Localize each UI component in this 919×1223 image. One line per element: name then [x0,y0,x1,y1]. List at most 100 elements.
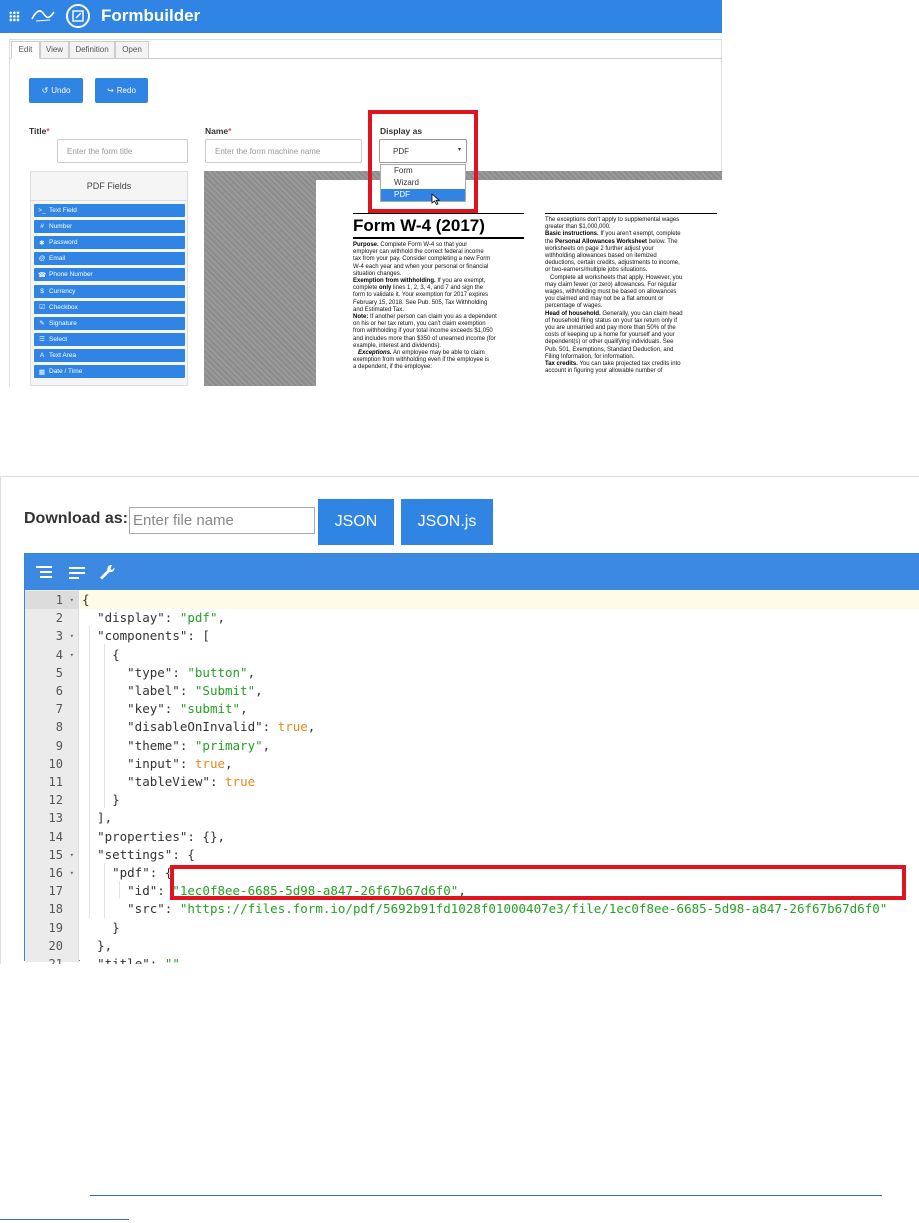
code-line[interactable]: "input": true, [80,755,919,773]
field-label: Signature [49,319,77,327]
logo-icon [31,10,55,22]
code-line[interactable]: ], [80,809,919,827]
line-number: 7 [55,702,63,717]
field-select[interactable]: ☰ Select [34,332,185,346]
file-name-input[interactable]: Enter file name [129,507,315,534]
code-line[interactable]: "display": "pdf", [80,609,919,627]
field-currency[interactable]: $ Currency [34,284,185,298]
field-text-area[interactable]: A Text Area [34,348,185,362]
code-line[interactable]: { [80,591,919,610]
code-line[interactable]: } [80,919,919,937]
fold-toggle-icon[interactable]: ▾ [70,591,74,609]
tab-definition[interactable]: Definition [69,41,115,59]
line-number: 15 ▾ [25,846,79,864]
field-label: Email [49,255,66,263]
undo-icon: ↺ [41,86,49,95]
highlight-box-src [170,865,906,900]
line-number: 20 [48,938,63,953]
code-line[interactable]: "tableView": true [80,773,919,791]
code-line[interactable]: "label": "Submit", [80,682,919,700]
redo-button[interactable]: ↪ Redo [95,78,148,103]
field-type-icon: $ [40,287,44,295]
field-type-icon: ✱ [39,239,45,247]
pdf-left-column: Purpose. Complete Form W-4 so that your e… [353,242,497,371]
code-area[interactable]: { "display": "pdf", "components": [ { "t… [80,590,919,964]
compact-icon[interactable] [68,564,86,580]
code-line[interactable]: "properties": {}, [80,828,919,846]
field-label: Phone Number [49,271,93,279]
download-label: Download as: [24,510,129,527]
code-line[interactable]: }, [80,937,919,955]
field-label: Text Area [49,351,77,359]
field-email[interactable]: @ Email [34,252,185,266]
line-number: 8 [55,720,63,735]
footer-rule-short [0,1219,129,1220]
line-number: 14 [48,829,63,844]
code-line[interactable]: "disableOnInvalid": true, [80,718,919,736]
code-line[interactable]: } [80,791,919,809]
field-type-icon: # [40,223,44,231]
field-text-field[interactable]: >_ Text Field [34,204,185,217]
wrench-icon[interactable] [98,564,116,580]
line-number: 17 [48,884,63,899]
line-number: 16 ▾ [25,864,79,882]
line-number: 9 [55,738,63,753]
field-number[interactable]: # Number [34,220,185,234]
format-icon[interactable] [35,564,53,580]
line-number: 18 [48,902,63,917]
code-line[interactable]: "key": "submit", [80,700,919,718]
fold-toggle-icon[interactable]: ▾ [70,846,74,864]
pdf-fields-title: PDF Fields [86,181,132,191]
divider [353,237,524,239]
line-number: 3 ▾ [25,627,79,645]
field-label: Password [49,239,78,247]
field-password[interactable]: ✱ Password [34,236,185,250]
tab-open[interactable]: Open [115,41,149,59]
title-input[interactable]: Enter the form title [57,139,188,163]
field-type-icon: ▦ [38,368,46,376]
fold-toggle-icon[interactable]: ▾ [70,646,74,664]
field-date-time[interactable]: ▦ Date / Time [34,365,185,378]
code-line[interactable]: "theme": "primary", [80,737,919,755]
code-line[interactable]: { [80,646,919,664]
field-type-icon: ☑ [39,304,45,312]
line-number: 11 [48,775,63,789]
field-phone-number[interactable]: ☎ Phone Number [34,268,185,282]
code-line[interactable]: "components": [ [80,627,919,645]
undo-button[interactable]: ↺ Undo [29,78,83,103]
tab-view[interactable]: View [40,41,69,59]
fold-toggle-icon[interactable]: ▾ [70,627,74,645]
pdf-fields-panel: PDF Fields >_ Text Field # Number ✱ Password @… [30,171,188,386]
divider [353,213,524,214]
code-line[interactable]: "src": "https://files.form.io/pdf/5692b9… [80,900,919,918]
line-number: 2 [55,611,63,626]
redo-icon: ↪ [107,86,114,95]
pdf-heading: Form W-4 (2017) [353,216,485,235]
field-label: Select [49,335,68,343]
line-number: 21 [48,957,63,964]
tab-edit[interactable]: Edit [11,41,40,59]
field-checkbox[interactable]: ☑ Checkbox [34,300,185,314]
code-line[interactable]: "title": "", [80,955,919,964]
line-number-gutter: 1▾23▾4▾56789101112131415▾16▾171819202122… [25,590,79,964]
pdf-right-column: The exceptions don't apply to supplement… [545,217,683,375]
jsonjs-button[interactable]: JSON.js [401,499,493,545]
name-input[interactable]: Enter the form machine name [205,139,362,163]
field-label: Text Field [49,207,77,214]
editor-toolbar [25,554,919,590]
field-label: Date / Time [49,368,83,375]
json-button[interactable]: JSON [318,499,394,545]
line-number: 5 [55,665,63,680]
field-type-icon: A [39,351,45,359]
fold-toggle-icon[interactable]: ▾ [70,864,74,882]
line-number: 12 [48,793,63,808]
line-number: 6 [55,684,63,698]
highlight-box [368,110,478,213]
code-line[interactable]: "settings": { [80,846,919,864]
top-navbar: Formbuilder [0,0,722,33]
code-line[interactable]: "type": "button", [80,664,919,682]
footer-rule [90,1195,882,1196]
field-signature[interactable]: ✎ Signature [34,316,185,330]
field-type-icon: ✎ [39,320,45,328]
app-grid-icon[interactable] [9,11,20,22]
